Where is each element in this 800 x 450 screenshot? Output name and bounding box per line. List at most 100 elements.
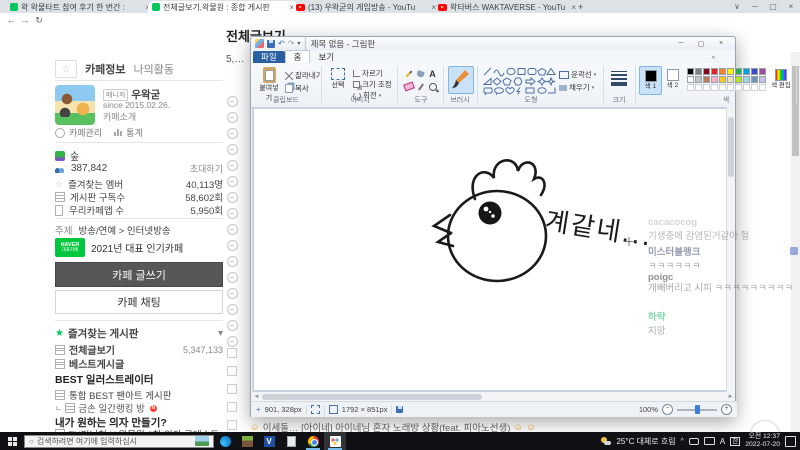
maximize-button[interactable]: ▢ — [764, 2, 782, 11]
cafe-level[interactable]: 숲 — [70, 148, 79, 163]
paint-maximize-button[interactable]: ▢ — [691, 40, 711, 48]
color-swatch[interactable] — [687, 76, 694, 83]
browser-tab-3[interactable]: (13) 우왁굳의 게임방송 - YouTu × — [292, 1, 440, 13]
color-swatch[interactable] — [735, 84, 742, 91]
taskbar-clock[interactable]: 오전 12:37 2022-07-20 — [745, 433, 780, 450]
color-swatch[interactable] — [711, 68, 718, 75]
undo-icon[interactable]: ↶ — [278, 39, 285, 48]
taskbar-search[interactable]: ○ 검색하려면 여기에 입력하십시 — [24, 434, 214, 448]
browser-tab-1[interactable]: 왁 왁물타트 참여 후기 한 번간 : × — [6, 1, 154, 13]
cafe-profile-image[interactable] — [55, 85, 95, 125]
text-tool[interactable]: A — [427, 68, 438, 79]
ime-latin-indicator[interactable]: A — [720, 437, 725, 446]
back-icon[interactable]: ← — [4, 15, 18, 25]
color-swatch[interactable] — [703, 68, 710, 75]
color-swatch[interactable] — [687, 84, 694, 91]
shape-fill-button[interactable]: 채우기 ▾ — [559, 82, 594, 93]
paint-tab-home[interactable]: 홈 — [284, 50, 311, 63]
board-item-best[interactable]: 베스트게시글 — [55, 356, 223, 371]
paint-close-button[interactable]: × — [711, 40, 731, 48]
gamepad-icon[interactable] — [688, 437, 699, 445]
quick-access-dropdown-icon[interactable]: ▾ — [297, 40, 300, 47]
color-swatch[interactable] — [743, 84, 750, 91]
taskbar-icon-document[interactable] — [280, 432, 302, 450]
color-swatch[interactable] — [727, 84, 734, 91]
zoom-in-button[interactable]: + — [721, 404, 732, 415]
forward-icon[interactable]: → — [18, 15, 32, 25]
color-swatch[interactable] — [703, 76, 710, 83]
color-swatch[interactable] — [751, 68, 758, 75]
color-swatch[interactable] — [719, 68, 726, 75]
cafe-chat-button[interactable]: 카페 채팅 — [55, 290, 223, 314]
invite-link[interactable]: 초대하기 — [190, 162, 223, 175]
ribbon-collapse-icon[interactable]: ^ — [712, 56, 715, 63]
color-swatch[interactable] — [751, 84, 758, 91]
vertical-scrollbar-thumb[interactable] — [728, 117, 734, 177]
select-button[interactable]: 선택 — [327, 68, 349, 90]
list-checkbox[interactable] — [227, 348, 237, 358]
color-swatch[interactable] — [695, 68, 702, 75]
new-tab-button[interactable]: + — [578, 2, 583, 12]
taskbar-icon-chrome[interactable] — [302, 432, 324, 450]
board-item-all[interactable]: 전체글보기 5,347,133 — [55, 342, 223, 357]
minimize-button[interactable]: ─ — [746, 2, 764, 11]
color-swatch[interactable] — [695, 76, 702, 83]
paint-titlebar[interactable]: ↶ ↷ ▾ | 제목 없음 - 그림판 ─ ▢ × — [251, 35, 735, 52]
cut-button[interactable]: 잘라내기 — [285, 70, 323, 81]
color-swatch[interactable] — [711, 76, 718, 83]
list-checkbox[interactable] — [227, 366, 237, 376]
save-icon[interactable] — [267, 39, 275, 48]
color-swatch[interactable] — [687, 68, 694, 75]
color-swatch[interactable] — [727, 76, 734, 83]
weather-text[interactable]: 25°C 대체로 흐림 — [616, 436, 675, 447]
copy-button[interactable]: 복사 — [285, 83, 309, 94]
cafe-stats-link[interactable]: 통계 — [126, 126, 143, 139]
zoom-slider-thumb[interactable] — [695, 405, 700, 414]
scroll-left-icon[interactable]: ◄ — [252, 394, 261, 400]
zoom-out-button[interactable]: − — [662, 404, 673, 415]
color-swatch[interactable] — [735, 76, 742, 83]
paint-minimize-button[interactable]: ─ — [671, 40, 691, 48]
paint-tab-view[interactable]: 보기 — [310, 51, 342, 63]
keyboard-icon[interactable] — [703, 437, 715, 445]
shapes-grid[interactable] — [482, 67, 556, 95]
shape-outline-button[interactable]: 윤곽선 ▾ — [559, 69, 596, 80]
redo-icon[interactable]: ↷ — [288, 39, 295, 48]
cafe-manage-link[interactable]: 카페관리 — [69, 126, 102, 139]
tab-close-icon[interactable]: × — [571, 3, 576, 12]
taskbar-icon-edge[interactable] — [214, 432, 236, 450]
pencil-tool[interactable] — [403, 68, 414, 79]
browser-tab-4[interactable]: 왁타버스 WAKTAVERSE - YouTu × — [434, 1, 580, 13]
start-button[interactable] — [0, 436, 24, 446]
list-checkbox[interactable] — [227, 402, 237, 412]
tray-expand-icon[interactable]: ^ — [681, 438, 684, 445]
cafe-write-button[interactable]: 카페 글쓰기 — [55, 262, 223, 287]
paint-tab-file[interactable]: 파일 — [253, 51, 285, 63]
edit-colors-button[interactable]: 색 편집 — [769, 66, 793, 93]
refresh-icon[interactable]: ↻ — [32, 15, 46, 26]
notification-center-icon[interactable] — [785, 435, 796, 447]
color-swatch[interactable] — [759, 68, 766, 75]
color1-button[interactable]: 색 1 — [639, 66, 662, 95]
taskbar-icon-minecraft[interactable] — [236, 432, 258, 450]
line-size-button[interactable] — [611, 69, 627, 88]
color-swatch[interactable] — [711, 84, 718, 91]
canvas-horizontal-scrollbar[interactable]: ◄ ► — [252, 392, 735, 401]
favorite-boards-header[interactable]: ★ 즐겨찾는 게시판 ▾ — [55, 326, 223, 341]
resize-button[interactable]: 크기 조정 — [353, 79, 392, 90]
color-swatch[interactable] — [759, 76, 766, 83]
color2-button[interactable]: 색 2 — [662, 66, 683, 93]
brush-button-selected[interactable] — [448, 66, 474, 94]
list-checkbox[interactable] — [227, 384, 237, 394]
zoom-slider[interactable] — [677, 405, 717, 414]
taskbar-icon-paint[interactable] — [324, 432, 346, 450]
tab-my-activity[interactable]: 나의활동 — [133, 61, 173, 77]
chrome-chevron-icon[interactable]: ∨ — [728, 2, 746, 11]
color-swatch[interactable] — [735, 68, 742, 75]
board-item-fanart[interactable]: 통합 BEST 팬아트 게시판 — [55, 388, 223, 402]
color-swatch[interactable] — [703, 84, 710, 91]
horizontal-scrollbar-thumb[interactable] — [262, 393, 482, 400]
scroll-right-icon[interactable]: ► — [726, 394, 735, 400]
favorite-cafe-star-icon[interactable]: ☆ — [55, 60, 77, 78]
close-button[interactable]: × — [782, 2, 800, 11]
